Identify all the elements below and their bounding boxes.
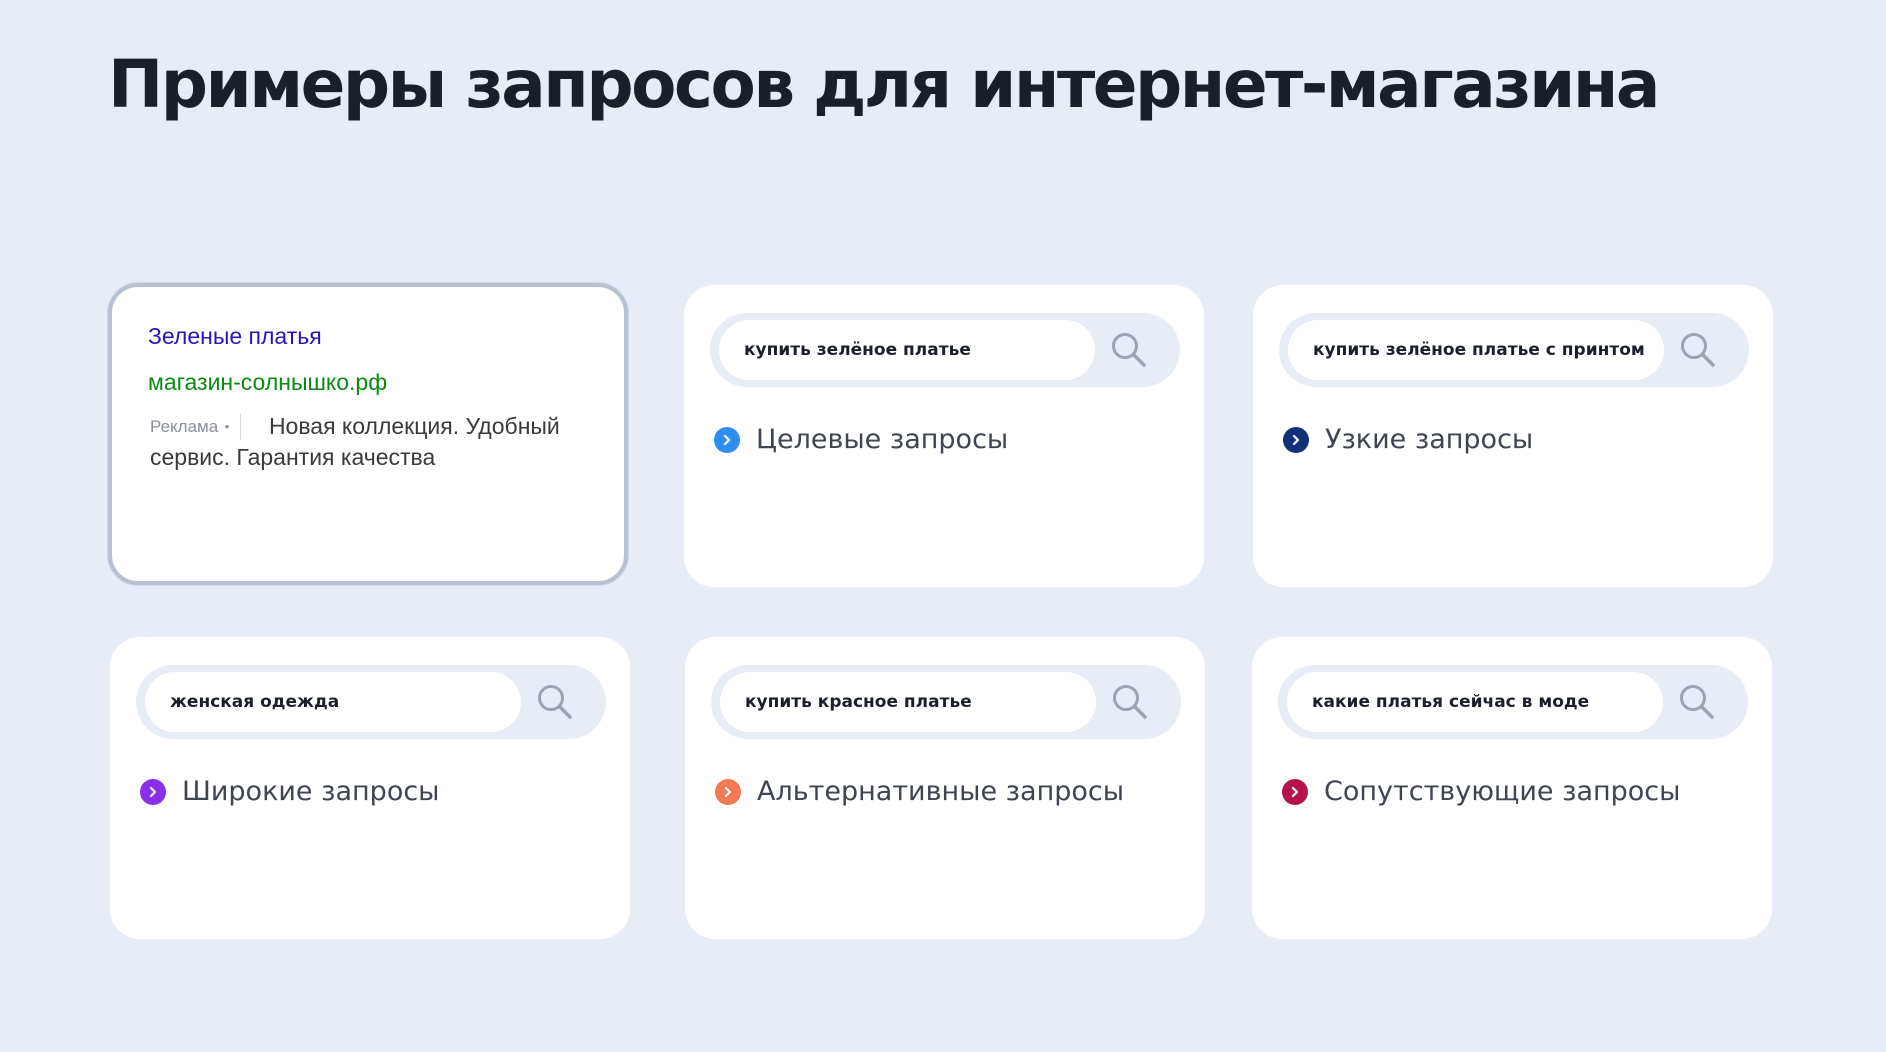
query-type-label: Узкие запросы xyxy=(1325,424,1534,455)
label-row: Узкие запросы xyxy=(1283,424,1533,455)
search-input[interactable]: какие платья сейчас в моде xyxy=(1287,672,1663,732)
ad-text: Реклама • Новая коллекция. Удобный серви… xyxy=(150,411,584,473)
label-row: Целевые запросы xyxy=(714,424,1008,455)
search-icon[interactable] xyxy=(1678,683,1716,721)
label-row: Альтернативные запросы xyxy=(715,776,1124,807)
search-icon[interactable] xyxy=(1110,331,1148,369)
chevron-right-icon xyxy=(715,778,741,805)
search-input[interactable]: купить зелёное платье с принтом xyxy=(1288,320,1664,380)
search-bar: какие платья сейчас в моде xyxy=(1278,665,1748,739)
ad-card[interactable]: Зеленые платья магазин-солнышко.рф Рекла… xyxy=(108,283,628,585)
search-bar: купить красное платье xyxy=(711,665,1181,739)
divider xyxy=(239,414,241,440)
label-row: Широкие запросы xyxy=(140,776,440,807)
search-input[interactable]: женская одежда xyxy=(145,672,521,732)
query-card-broad: женская одежда Широкие запросы xyxy=(110,637,630,939)
search-input[interactable]: купить красное платье xyxy=(720,672,1096,732)
page-title: Примеры запросов для интернет-магазина xyxy=(108,46,1660,123)
ad-title[interactable]: Зеленые платья xyxy=(148,323,322,350)
search-input[interactable]: купить зелёное платье xyxy=(719,320,1095,380)
label-row: Сопутствующие запросы xyxy=(1282,776,1680,807)
search-bar: купить зелёное платье с принтом xyxy=(1279,313,1749,387)
query-card-narrow: купить зелёное платье с принтом Узкие за… xyxy=(1253,285,1773,587)
ad-badge-dot: • xyxy=(224,419,230,434)
chevron-right-icon xyxy=(1282,778,1308,805)
chevron-right-icon xyxy=(1283,426,1309,453)
ad-badge: Реклама xyxy=(150,417,219,436)
query-type-label: Целевые запросы xyxy=(756,424,1009,455)
search-icon[interactable] xyxy=(1679,331,1717,369)
query-card-related: какие платья сейчас в моде Сопутствующие… xyxy=(1252,637,1772,939)
query-card-targeted: купить зелёное платье Целевые запросы xyxy=(684,285,1204,587)
query-type-label: Сопутствующие запросы xyxy=(1324,776,1681,807)
search-icon[interactable] xyxy=(1111,683,1149,721)
query-type-label: Широкие запросы xyxy=(182,776,440,807)
chevron-right-icon xyxy=(714,426,740,453)
ad-url[interactable]: магазин-солнышко.рф xyxy=(148,369,387,396)
search-bar: женская одежда xyxy=(136,665,606,739)
chevron-right-icon xyxy=(140,778,166,805)
query-type-label: Альтернативные запросы xyxy=(757,776,1125,807)
search-icon[interactable] xyxy=(536,683,574,721)
search-bar: купить зелёное платье xyxy=(710,313,1180,387)
query-card-alternative: купить красное платье Альтернативные зап… xyxy=(685,637,1205,939)
